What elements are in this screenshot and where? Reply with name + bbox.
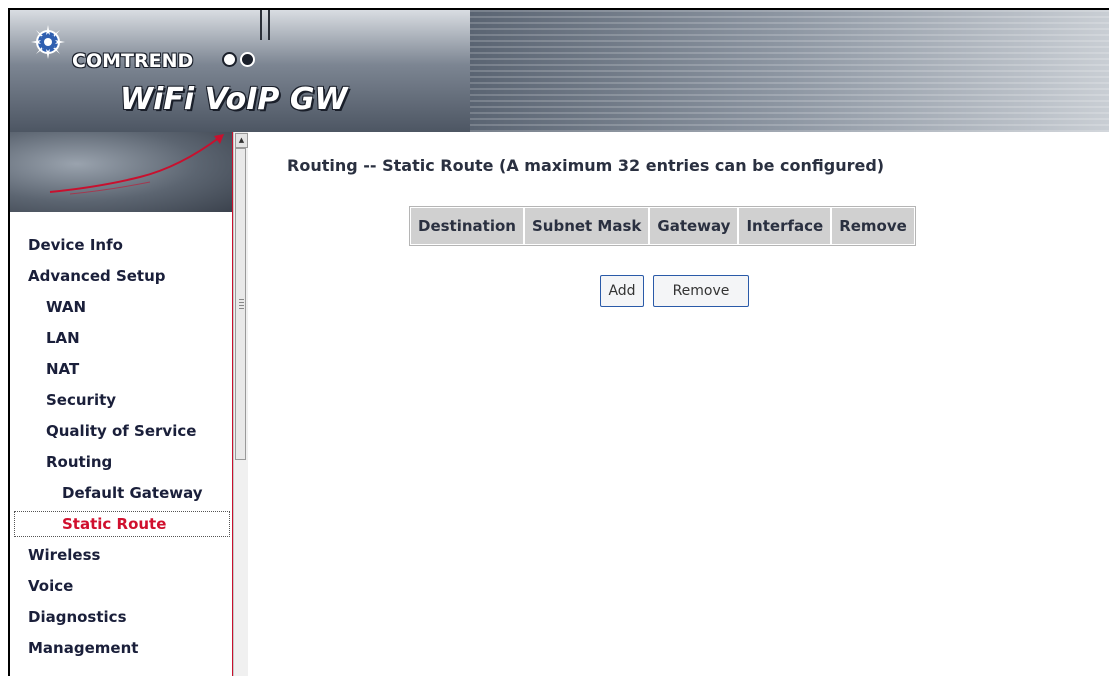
brand-name: COMTREND xyxy=(72,50,194,72)
sidebar-scrollbar[interactable]: ▲ xyxy=(233,132,248,676)
sidebar-item-voice[interactable]: Voice xyxy=(10,571,232,602)
brand-circles-icon xyxy=(222,52,258,71)
sidebar-item-management[interactable]: Management xyxy=(10,633,232,664)
remove-button[interactable]: Remove xyxy=(653,275,749,307)
sidebar-item-lan[interactable]: LAN xyxy=(10,323,232,354)
sidebar-item-default-gateway[interactable]: Default Gateway xyxy=(10,478,232,509)
sidebar-item-wan[interactable]: WAN xyxy=(10,292,232,323)
column-header-remove: Remove xyxy=(831,207,915,245)
focus-outline xyxy=(14,511,230,537)
sidebar-item-security[interactable]: Security xyxy=(10,385,232,416)
sidebar-item-static-route[interactable]: Static Route xyxy=(10,509,232,540)
red-arrow-icon xyxy=(49,134,224,195)
sidebar: Device Info Advanced Setup WAN LAN NAT S… xyxy=(10,212,232,676)
column-header-gateway: Gateway xyxy=(649,207,739,245)
grip-icon xyxy=(239,299,244,309)
sidebar-item-diagnostics[interactable]: Diagnostics xyxy=(10,602,232,633)
sidebar-item-quality-of-service[interactable]: Quality of Service xyxy=(10,416,232,447)
page-title: Routing -- Static Route (A maximum 32 en… xyxy=(287,156,885,175)
column-header-subnet-mask: Subnet Mask xyxy=(523,207,650,245)
column-header-interface: Interface xyxy=(738,207,832,245)
sidebar-item-wireless[interactable]: Wireless xyxy=(10,540,232,571)
column-header-destination: Destination xyxy=(410,207,524,245)
scrollbar-thumb[interactable] xyxy=(235,148,246,460)
sidebar-item-advanced-setup[interactable]: Advanced Setup xyxy=(10,261,232,292)
sidebar-item-device-info[interactable]: Device Info xyxy=(10,230,232,261)
sidebar-item-routing[interactable]: Routing xyxy=(10,447,232,478)
comtrend-logo-icon xyxy=(31,25,65,59)
banner-decoration xyxy=(260,10,270,40)
sidebar-item-nat[interactable]: NAT xyxy=(10,354,232,385)
banner-stripes xyxy=(470,10,1109,132)
main-content: Routing -- Static Route (A maximum 32 en… xyxy=(247,132,1109,676)
header-banner: COMTREND WiFi VoIP GW xyxy=(10,10,1109,132)
static-route-table: Destination Subnet Mask Gateway Interfac… xyxy=(409,206,916,246)
sidebar-nav: Device Info Advanced Setup WAN LAN NAT S… xyxy=(10,230,232,664)
table-header-row: Destination Subnet Mask Gateway Interfac… xyxy=(410,207,915,245)
add-button[interactable]: Add xyxy=(600,275,644,307)
decorative-swoosh xyxy=(10,132,232,212)
product-name: WiFi VoIP GW xyxy=(120,82,348,117)
